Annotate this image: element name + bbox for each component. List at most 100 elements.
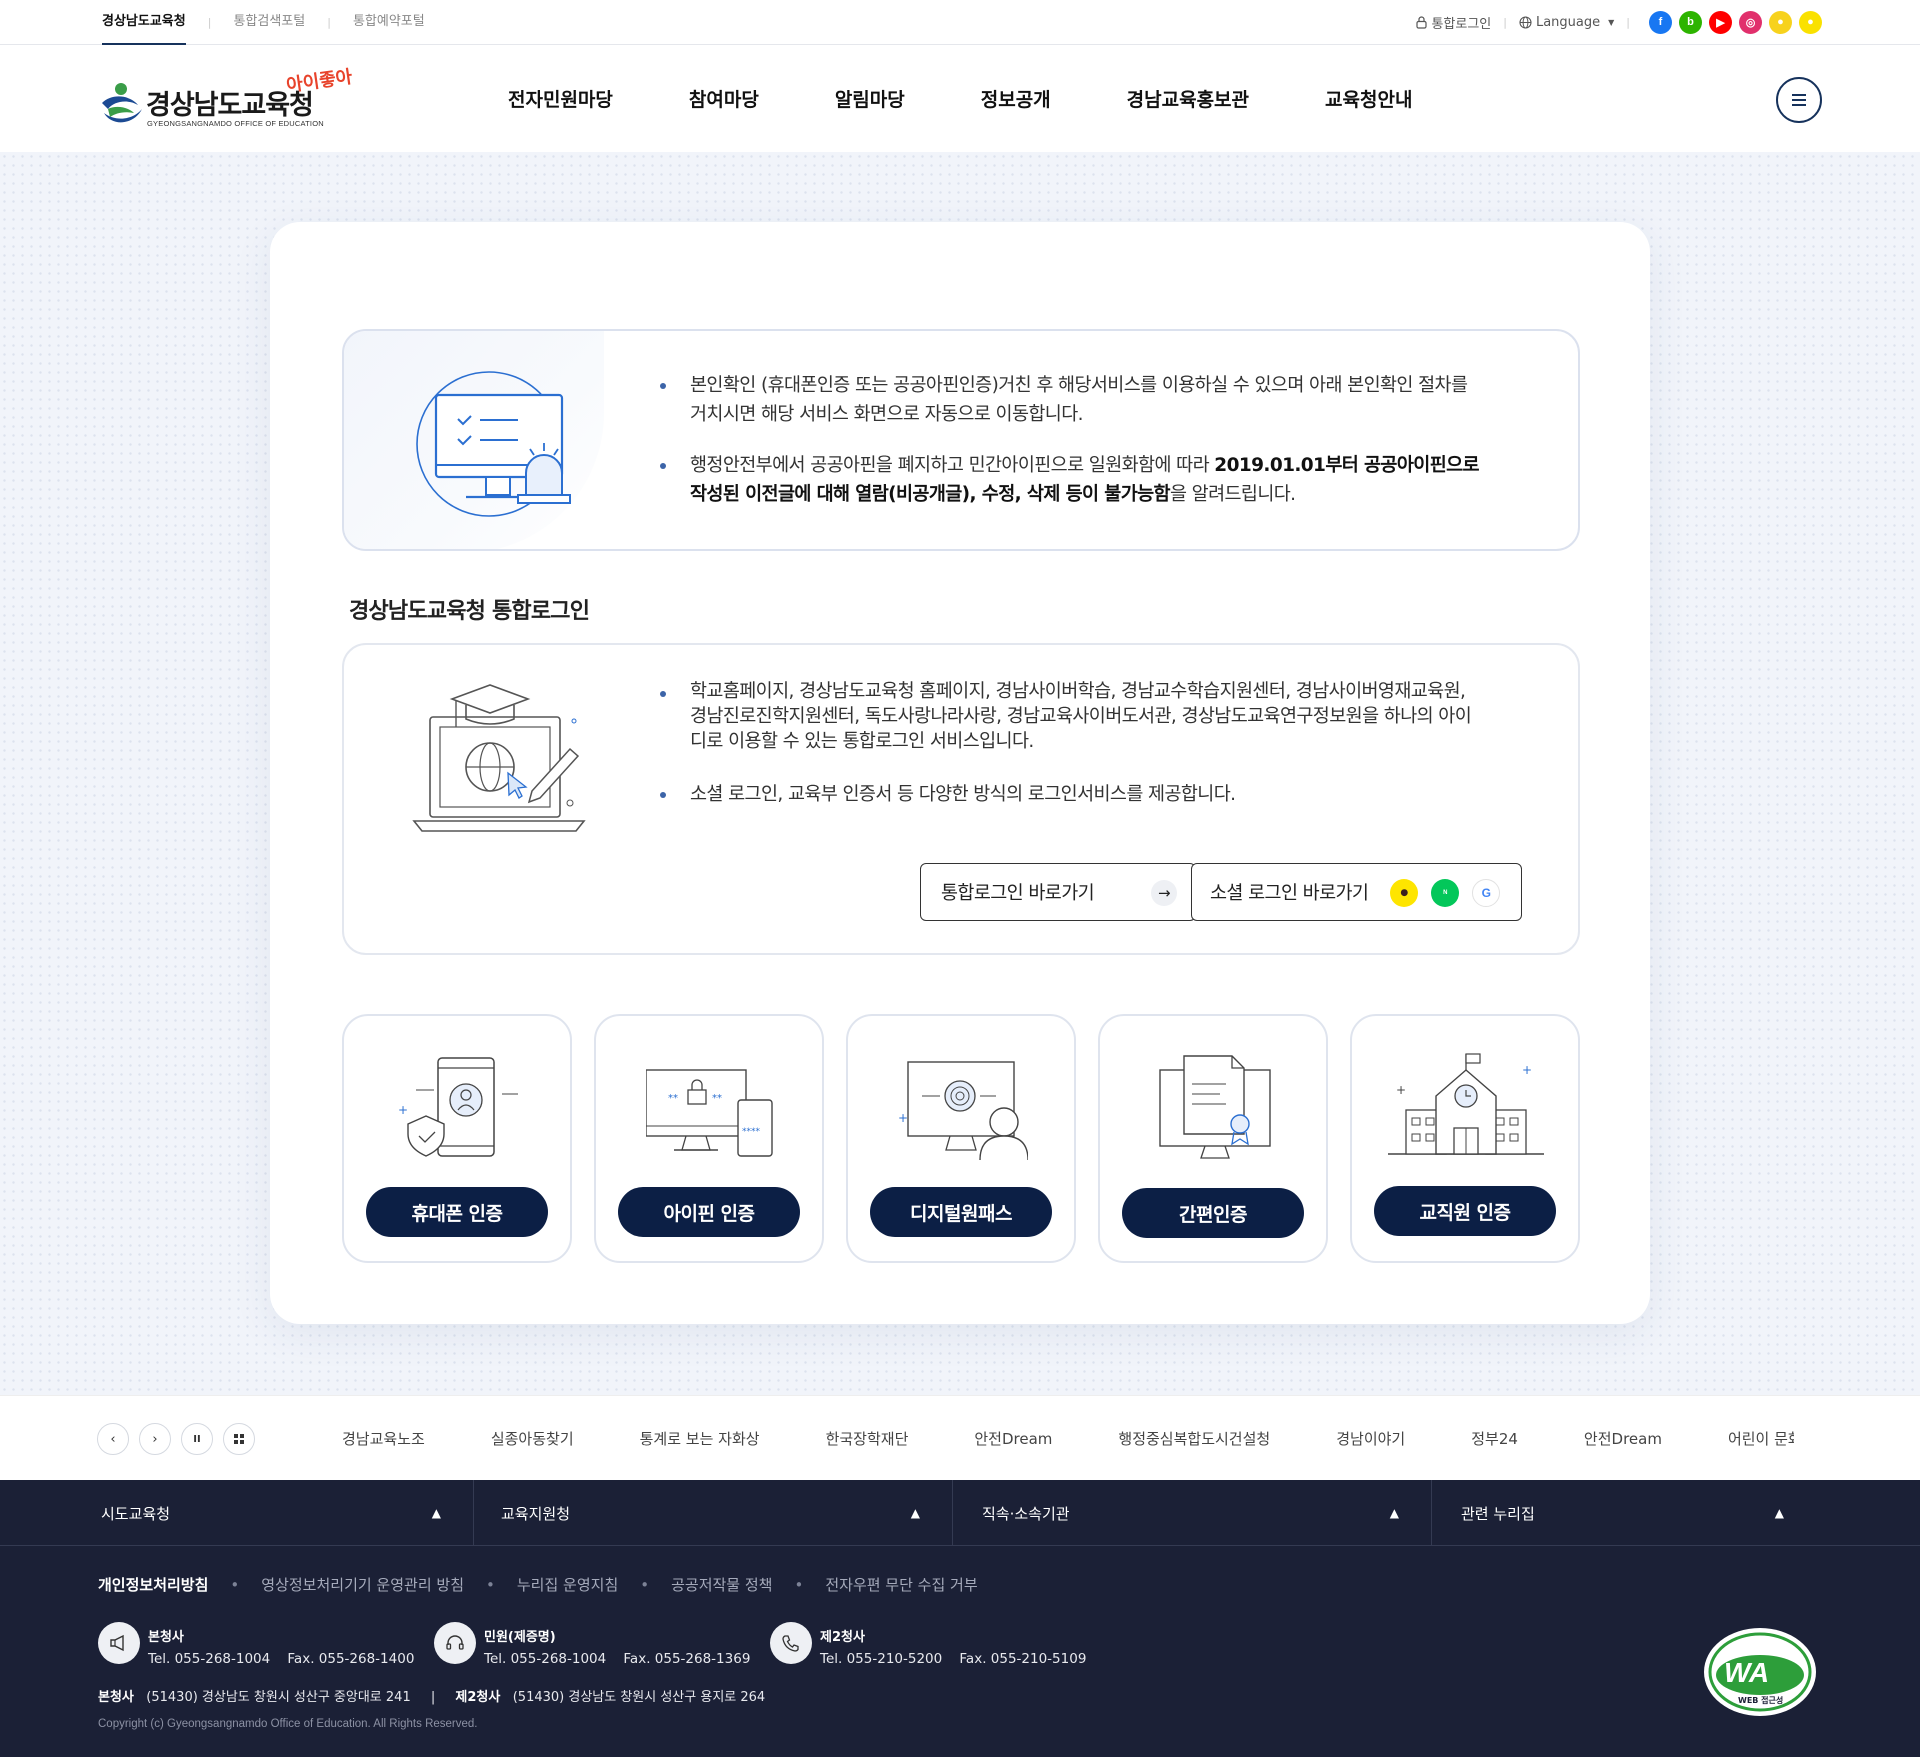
auth-simple-button[interactable]: 간편인증 (1122, 1188, 1304, 1238)
footer: 시도교육청 ▲ 교육지원청 ▲ 직속·소속기관 ▲ 관련 누리집 ▲ 개인정보처리방침 … (0, 1480, 1920, 1757)
auth-card-mobile[interactable]: + 휴대폰 인증 (342, 1014, 572, 1263)
integrated-login-button[interactable]: 통합로그인 바로가기 → (920, 863, 1196, 921)
monitor-lock-icon: ** ** **** (646, 1069, 773, 1157)
banner-link[interactable]: 실종아동찾기 (491, 1428, 574, 1449)
headset-icon (434, 1622, 476, 1664)
footer-menu-district-offices[interactable]: 교육지원청 ▲ (474, 1480, 953, 1546)
auth-staff-button[interactable]: 교직원 인증 (1374, 1186, 1556, 1236)
integrated-login-text: 학교홈페이지, 경상남도교육청 홈페이지, 경남사이버학습, 경남교수학습지원센… (660, 679, 1540, 809)
footer-menu-related-sites[interactable]: 관련 누리집 ▲ (1432, 1480, 1920, 1546)
web-accessibility-mark: WA WEB 접근성 (1700, 1625, 1820, 1720)
auth-digital-onepass-button[interactable]: 디지털원패스 (870, 1187, 1052, 1237)
site-tab-search-portal[interactable]: 통합검색포털 (233, 0, 305, 45)
site-operation-policy-link[interactable]: 누리집 운영지침 (517, 1574, 618, 1595)
office-tel: Tel. 055-210-5200 (820, 1651, 943, 1667)
banner-link[interactable]: 어린이 문화 (1728, 1428, 1794, 1449)
gnb-item-office-info[interactable]: 교육청안내 (1325, 85, 1412, 112)
office-fax: Fax. 055-268-1369 (623, 1651, 751, 1667)
laptop-graduation-icon (412, 684, 586, 832)
footer-menu-provincial-offices[interactable]: 시도교육청 ▲ (0, 1480, 474, 1546)
integrated-desc-line-3: 디로 이용할 수 있는 통합로그인 서비스입니다. (690, 731, 1034, 752)
address-1-label: 본청사 (98, 1690, 134, 1705)
banner-link[interactable]: 정부24 (1471, 1428, 1518, 1449)
auth-card-simple[interactable]: 간편인증 (1098, 1014, 1328, 1263)
language-selector[interactable]: Language ▼ (1519, 15, 1614, 30)
svg-text:**: ** (668, 1093, 678, 1104)
site-tab-reservation-portal[interactable]: 통합예약포털 (353, 0, 425, 45)
gnb-item-promotion[interactable]: 경남교육홍보관 (1127, 85, 1249, 112)
prev-button[interactable]: ‹ (97, 1423, 129, 1455)
banner-link[interactable]: 경남교육노조 (342, 1428, 425, 1449)
chevron-up-icon: ▲ (910, 1506, 920, 1520)
next-button[interactable]: › (139, 1423, 171, 1455)
language-label: Language (1535, 14, 1601, 30)
integrated-login-link[interactable]: 통합로그인 (1416, 13, 1491, 32)
facebook-icon[interactable]: f (1649, 10, 1672, 34)
auth-card-digital-onepass[interactable]: + 디지털원패스 (846, 1014, 1076, 1263)
auth-mobile-button[interactable]: 휴대폰 인증 (366, 1187, 548, 1237)
banner-link[interactable]: 안전Dream (974, 1428, 1052, 1449)
chevron-up-icon: ▲ (1389, 1506, 1399, 1520)
public-works-policy-link[interactable]: 공공저작물 정책 (671, 1574, 772, 1595)
banner-link[interactable]: 통계로 보는 자화상 (640, 1428, 760, 1449)
notice-line-3: 행정안전부에서 공공아핀을 폐지하고 민간아이핀으로 일원화함에 따라 (690, 455, 1215, 476)
svg-text:+: + (1396, 1083, 1406, 1097)
office-tel: Tel. 055-268-1004 (148, 1651, 271, 1667)
youtube-icon[interactable]: ▶ (1709, 10, 1732, 34)
fingerprint-monitor-icon: + (898, 1061, 1028, 1160)
gnb-item-participation[interactable]: 참여마당 (689, 85, 759, 112)
megaphone-icon (98, 1622, 140, 1664)
integrated-desc-line-1: 학교홈페이지, 경상남도교육청 홈페이지, 경남사이버학습, 경남교수학습지원센… (690, 681, 1466, 702)
integrated-bullet-2: 소셜 로그인, 교육부 인증서 등 다양한 방식의 로그인서비스를 제공합니다. (660, 780, 1540, 809)
banner-links: 경남교육노조 실종아동찾기 통계로 보는 자화상 한국장학재단 안전Dream 행정중심복… (342, 1396, 1794, 1481)
auth-card-staff[interactable]: + + 교직원 인증 (1350, 1014, 1580, 1263)
office-contact: Tel. 055-268-1004 Fax. 055-268-1369 (484, 1651, 750, 1667)
logo-english: GYEONGSANGNAMDO OFFICE OF EDUCATION (147, 119, 324, 128)
svg-text:+: + (398, 1103, 408, 1117)
divider: | (1626, 15, 1630, 29)
divider: | (207, 16, 212, 29)
gnb-item-notice[interactable]: 알림마당 (835, 85, 905, 112)
utility-links: 통합로그인 | Language ▼ | f b ▶ ◎ ● ● (1416, 0, 1822, 44)
cctv-policy-link[interactable]: 영상정보처리기기 운영관리 방침 (261, 1574, 464, 1595)
banner-link[interactable]: 경남이야기 (1336, 1428, 1405, 1449)
logo-slogan: 아이좋아 (285, 66, 354, 97)
divider: • (486, 1575, 495, 1594)
gnb-item-e-petition[interactable]: 전자민원마당 (508, 85, 613, 112)
banner-link[interactable]: 안전Dream (1584, 1428, 1662, 1449)
social-login-button[interactable]: 소셜 로그인 바로가기 ● N G (1191, 863, 1522, 921)
site-logo[interactable]: 경상남도교육청 GYEONGSANGNAMDO OFFICE OF EDUCAT… (100, 63, 370, 135)
office-second: 제2청사 Tel. 055-210-5200 Fax. 055-210-5109 (770, 1622, 1086, 1667)
blog-icon[interactable]: b (1679, 10, 1702, 34)
notice-line-3-bold: 2019.01.01부터 공공아이핀으로 (1214, 455, 1479, 476)
header: 경상남도교육청 GYEONGSANGNAMDO OFFICE OF EDUCAT… (0, 45, 1920, 152)
instagram-icon[interactable]: ◎ (1739, 10, 1762, 34)
kakaostory-icon[interactable]: ● (1769, 10, 1792, 34)
banner-link[interactable]: 한국장학재단 (826, 1428, 909, 1449)
divider: • (794, 1575, 804, 1594)
social-login-button-label: 소셜 로그인 바로가기 (1210, 883, 1369, 904)
site-tab-office[interactable]: 경상남도교육청 (102, 0, 186, 46)
wa-mark-text: WA (1724, 1657, 1770, 1688)
footer-policy-links: 개인정보처리방침 • 영상정보처리기기 운영관리 방침 • 누리집 운영지침 •… (98, 1574, 978, 1595)
auth-card-ipin[interactable]: ** ** **** 아이핀 인증 (594, 1014, 824, 1263)
email-collection-refusal-link[interactable]: 전자우편 무단 수집 거부 (825, 1574, 977, 1595)
top-utility-bar: 경상남도교육청 | 통합검색포털 | 통합예약포털 통합로그인 | Langua… (0, 0, 1920, 46)
arrow-right-icon: → (1151, 880, 1177, 906)
office-main: 본청사 Tel. 055-268-1004 Fax. 055-268-1400 (98, 1622, 414, 1667)
footer-menu-affiliated-institutions[interactable]: 직속·소속기관 ▲ (953, 1480, 1432, 1546)
all-menu-button[interactable] (1776, 77, 1822, 123)
main-navigation: 전자민원마당 참여마당 알림마당 정보공개 경남교육홍보관 교육청안내 (508, 45, 1488, 152)
kakao-icon: ● (1390, 879, 1418, 907)
site-tabs: 경상남도교육청 | 통합검색포털 | 통합예약포털 (102, 0, 425, 46)
pause-button[interactable]: II (181, 1423, 213, 1455)
gnb-item-disclosure[interactable]: 정보공개 (981, 85, 1051, 112)
banner-link[interactable]: 행정중심복합도시건설청 (1118, 1428, 1270, 1449)
office-civil: 민원(제증명) Tel. 055-268-1004 Fax. 055-268-1… (434, 1622, 750, 1667)
footer-menu-label: 시도교육청 (101, 1504, 171, 1523)
view-all-button[interactable] (223, 1423, 255, 1455)
emblem-icon (102, 83, 142, 123)
privacy-policy-link[interactable]: 개인정보처리방침 (98, 1574, 208, 1595)
auth-ipin-button[interactable]: 아이핀 인증 (618, 1187, 800, 1237)
kakaotalk-icon[interactable]: ● (1799, 10, 1822, 34)
